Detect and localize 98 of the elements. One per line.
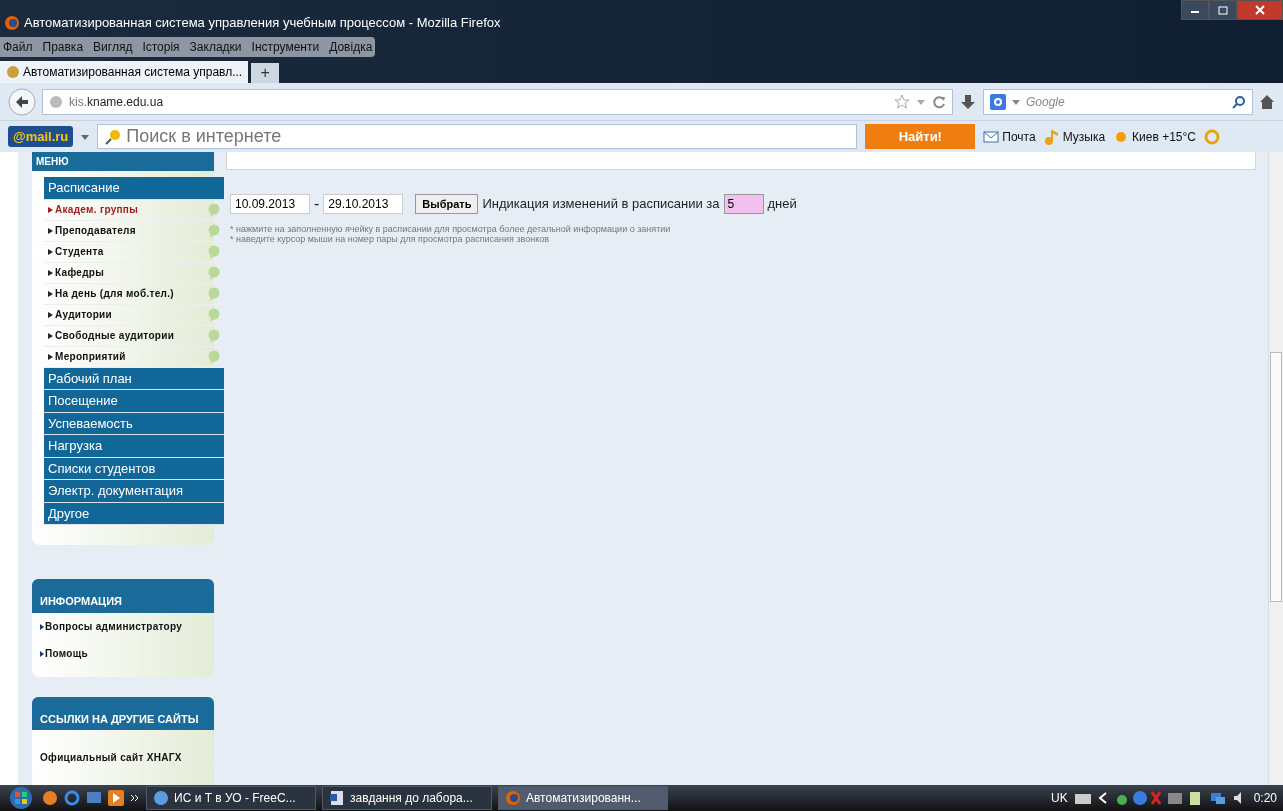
hint-text: * нажмите на заполненную ячейку в расписании для просмотра более детальной информации о занятии	[230, 224, 672, 234]
search-icon[interactable]	[1232, 94, 1246, 109]
minimize-button[interactable]	[1181, 0, 1209, 20]
bullet-icon	[48, 332, 53, 339]
clock[interactable]: 0:20	[1253, 789, 1277, 807]
close-icon	[1254, 5, 1266, 15]
star-icon[interactable]	[894, 93, 910, 110]
external-link[interactable]: Официальный сайт ХНАГХ	[32, 744, 214, 771]
scrollbar[interactable]	[1268, 152, 1283, 785]
menu-item[interactable]: Правка	[42, 38, 84, 56]
dropdown-icon[interactable]	[81, 132, 90, 141]
home-icon[interactable]	[1259, 93, 1275, 110]
media-player-icon[interactable]	[42, 790, 58, 806]
keyboard-icon[interactable]	[1073, 791, 1092, 805]
submenu-item[interactable]: Аудитории	[44, 304, 224, 326]
menu-section[interactable]: Рабочий план	[44, 367, 224, 390]
submenu-item[interactable]: На день (для моб.тел.)	[44, 283, 224, 305]
bullet-icon	[40, 623, 44, 630]
menu-section[interactable]: Посещение	[44, 390, 224, 413]
date-field[interactable]: 29.10.2013	[323, 194, 404, 214]
search-placeholder: Поиск в интернете	[126, 125, 282, 148]
menu-section[interactable]: Другое	[44, 502, 224, 525]
menu-item[interactable]: Файл	[3, 38, 33, 56]
browser-tab[interactable]: +	[251, 63, 280, 83]
bullet-icon	[48, 227, 53, 234]
mail-icon	[983, 128, 1000, 145]
back-icon[interactable]	[8, 87, 36, 116]
bullet-icon	[40, 650, 44, 657]
taskbar-window[interactable]: завдання до лабора...	[322, 786, 492, 810]
submenu-item[interactable]: Свободные аудитории	[44, 325, 224, 347]
url-text: kis.kname.edu.ua	[69, 93, 164, 111]
bullet-icon	[48, 353, 53, 360]
language-indicator[interactable]: UK	[1050, 789, 1068, 807]
search-placeholder: Google	[1026, 93, 1065, 111]
app-icon	[153, 790, 169, 806]
toolbar-link[interactable]: Музыка	[1043, 127, 1106, 146]
hint-text: * наведите курсор мыши на номер пары для просмотра расписания звонков	[230, 234, 551, 244]
search-field[interactable]: Поиск в интернете	[97, 124, 858, 149]
submenu-item[interactable]: Мероприятий	[44, 346, 224, 368]
menu-section[interactable]: Списки студентов	[44, 457, 224, 480]
date-separator: -	[314, 194, 320, 214]
restore-icon	[1217, 5, 1229, 15]
menu-section[interactable]: Нагрузка	[44, 435, 224, 458]
date-field[interactable]: 10.09.2013	[230, 194, 310, 214]
days-unit: дней	[767, 195, 797, 214]
menu-item[interactable]: Довідка	[329, 38, 373, 56]
search-field[interactable]: Google	[983, 88, 1253, 115]
panel-title: МЕНЮ	[32, 152, 214, 171]
more-icon[interactable]	[130, 793, 140, 803]
submenu-item[interactable]: Преподавателя	[44, 220, 224, 242]
play-icon[interactable]	[108, 790, 124, 806]
download-icon[interactable]	[959, 92, 977, 111]
menu-item[interactable]: Вигляд	[93, 38, 133, 56]
search-icon[interactable]	[104, 127, 123, 146]
globe-icon	[49, 94, 63, 109]
desktop-icon[interactable]	[86, 790, 102, 806]
menu-item[interactable]: Інструменти	[251, 38, 320, 56]
days-field[interactable]: 5	[723, 194, 764, 214]
toolbar-link[interactable]: Киев +15°C	[1113, 127, 1196, 146]
menu-item[interactable]: Закладки	[189, 38, 242, 56]
select-button[interactable]: Выбрать	[415, 194, 479, 214]
taskbar-window[interactable]: Автоматизированн...	[498, 786, 668, 810]
close-button[interactable]	[1237, 0, 1283, 20]
site-favicon-icon	[6, 65, 20, 79]
bullet-icon	[48, 311, 53, 318]
submenu-item[interactable]: Академ. группы	[44, 199, 224, 221]
music-note-icon	[1043, 128, 1060, 145]
indication-label: Индикация изменений в расписании за	[482, 195, 720, 214]
browser-tab[interactable]: Автоматизированная система управл...	[0, 61, 249, 83]
network-icon[interactable]	[1209, 790, 1226, 806]
bullet-icon	[48, 206, 53, 213]
search-engine-icon[interactable]	[990, 93, 1006, 110]
window-title: Автоматизированная система управления учебным процессом - Mozilla Firefox	[24, 14, 501, 33]
dropdown-icon[interactable]	[1012, 97, 1020, 106]
address-field[interactable]: kis.kname.edu.ua	[42, 88, 953, 115]
submenu-item[interactable]: Студента	[44, 241, 224, 263]
bullet-icon	[48, 269, 53, 276]
browser-icon[interactable]	[64, 790, 80, 806]
menu-section[interactable]: Электр. документация	[44, 480, 224, 503]
mail-logo[interactable]: @mail.ru	[8, 125, 74, 148]
menu-section[interactable]: Расписание	[44, 177, 224, 200]
chevron-icon[interactable]	[1097, 792, 1108, 804]
bullet-icon	[48, 248, 53, 255]
app-icon	[329, 790, 345, 806]
taskbar-window[interactable]: ИС и Т в УО - FreeC...	[146, 786, 316, 810]
menu-item[interactable]: Історія	[142, 38, 180, 56]
submenu-item[interactable]: Кафедры	[44, 262, 224, 284]
menu-section[interactable]: Успеваемость	[44, 412, 224, 435]
maximize-button[interactable]	[1209, 0, 1237, 20]
browser-logo-icon	[4, 15, 20, 31]
toolbar-link[interactable]: Почта	[983, 127, 1036, 146]
panel-title: ИНФОРМАЦИЯ	[32, 579, 214, 613]
info-link[interactable]: Помощь	[32, 639, 214, 667]
bullet-icon	[48, 290, 53, 297]
info-link[interactable]: Вопросы администратору	[32, 612, 214, 640]
app-icon	[505, 790, 521, 806]
reload-icon[interactable]	[932, 94, 946, 109]
panel-title: ССЫЛКИ НА ДРУГИЕ САЙТЫ	[32, 696, 214, 730]
